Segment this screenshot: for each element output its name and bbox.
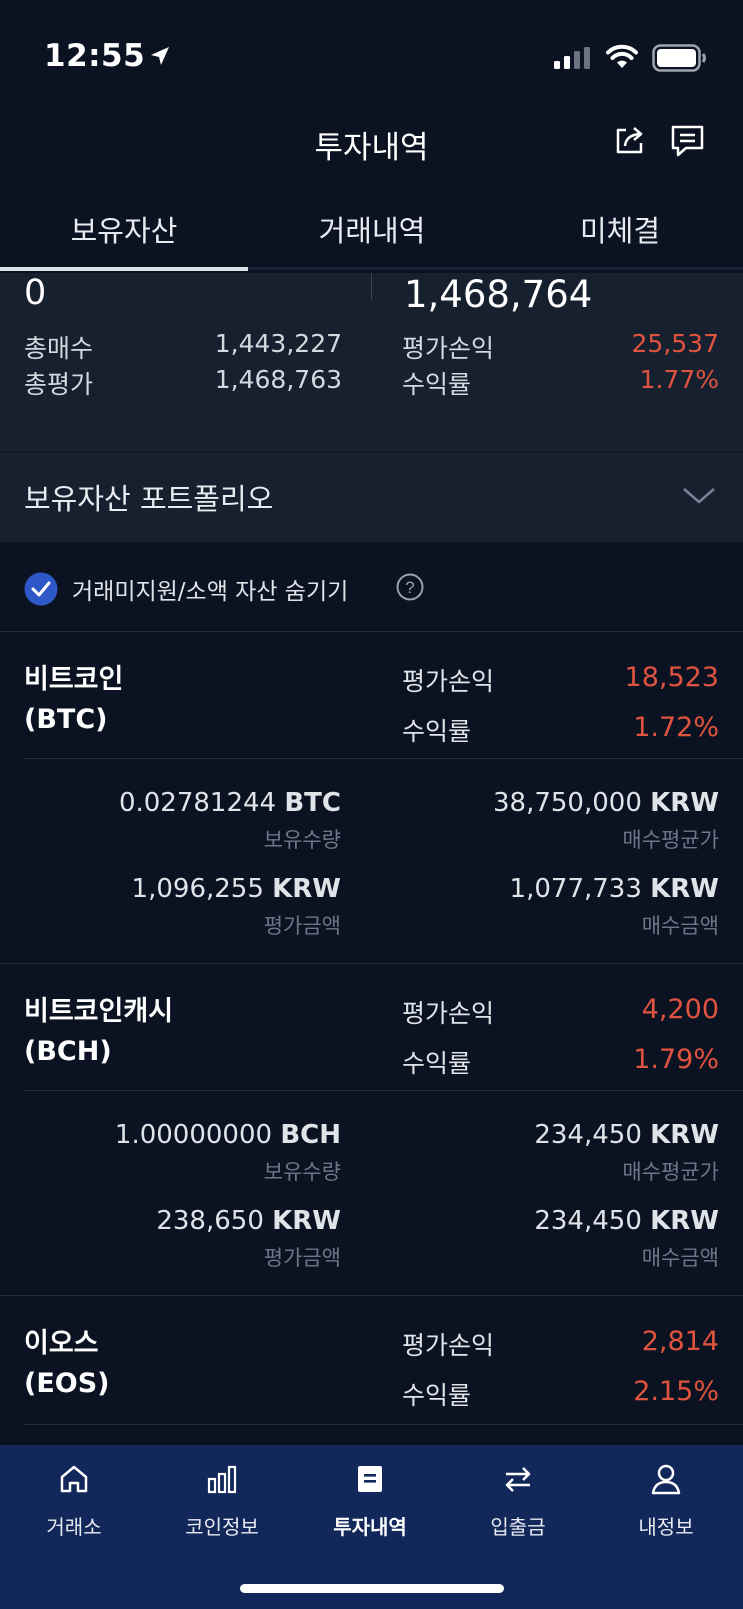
coin-eval-label: 평가금액 [263, 1246, 341, 1270]
coin-pnl-label: 평가손익 [402, 1331, 495, 1360]
asset-summary: 0 1,468,764 총매수 1,443,227 총평가 1,468,763 … [0, 273, 743, 451]
portfolio-toggle[interactable]: 보유자산 포트폴리오 [0, 452, 743, 542]
document-icon [358, 1466, 382, 1492]
coin-ticker: (EOS) [24, 1368, 110, 1399]
tab-holdings[interactable]: 보유자산 [0, 208, 248, 250]
nav-label: 내정보 [638, 1515, 694, 1539]
tab-transactions[interactable]: 거래내역 [248, 208, 496, 250]
hide-small-assets-row: 거래미지원/소액 자산 숨기기 ? [0, 542, 743, 632]
coin-roi-value: 1.79% [633, 1044, 719, 1075]
chat-icon[interactable] [670, 123, 706, 159]
chevron-down-icon [683, 488, 715, 504]
total-buy-value: 1,443,227 [214, 329, 342, 358]
coin-pnl-label: 평가손익 [402, 667, 495, 696]
roi-value: 1.77% [639, 365, 719, 394]
nav-label: 투자내역 [333, 1515, 407, 1539]
nav-my-info[interactable]: 내정보 [592, 1445, 740, 1555]
nav-coin-info[interactable]: 코인정보 [148, 1445, 296, 1555]
pnl-value: 25,537 [631, 329, 719, 358]
share-icon[interactable] [612, 121, 648, 157]
portfolio-label: 보유자산 포트폴리오 [24, 482, 274, 516]
coin-ticker: (BCH) [24, 1036, 112, 1067]
summary-top-left-value: 0 [24, 273, 47, 313]
battery-icon [652, 44, 706, 72]
cellular-signal-icon [554, 47, 590, 69]
home-indicator [240, 1584, 504, 1593]
tab-pending[interactable]: 미체결 [496, 208, 743, 250]
checkbox-checked-icon[interactable] [24, 572, 58, 606]
coin-buy-amount: 234,450 KRW [534, 1206, 719, 1236]
summary-divider [371, 273, 372, 300]
person-icon [651, 1464, 681, 1495]
status-bar: 12:55 [0, 0, 743, 110]
coin-qty-label: 보유수량 [263, 828, 341, 852]
roi-label: 수익률 [402, 370, 472, 399]
coin-item[interactable]: 비트코인캐시 (BCH) 평가손익 4,200 수익률 1.79% 1.0000… [0, 964, 743, 1296]
coin-roi-label: 수익률 [402, 717, 472, 746]
nav-investments[interactable]: 투자내역 [296, 1445, 444, 1555]
coin-qty-label: 보유수량 [263, 1160, 341, 1184]
coin-pnl-value: 18,523 [624, 662, 719, 693]
total-buy-label: 총매수 [24, 334, 94, 363]
coin-pnl-value: 2,814 [641, 1326, 719, 1357]
coin-eval-amount: 1,096,255 KRW [131, 874, 341, 904]
coin-item[interactable]: 비트코인 (BTC) 평가손익 18,523 수익률 1.72% 0.02781… [0, 632, 743, 964]
tab-bar: 보유자산 거래내역 미체결 [0, 190, 743, 271]
coin-separator [24, 1424, 743, 1425]
nav-label: 입출금 [490, 1515, 546, 1539]
coin-buy-label: 매수금액 [641, 1246, 719, 1270]
tab-active-indicator [0, 267, 248, 271]
nav-label: 거래소 [46, 1515, 102, 1539]
svg-text:?: ? [405, 578, 414, 597]
nav-deposit-withdraw[interactable]: 입출금 [444, 1445, 592, 1555]
coin-separator [24, 758, 743, 759]
total-eval-value: 1,468,763 [214, 365, 342, 394]
total-eval-label: 총평가 [24, 370, 94, 399]
help-icon[interactable]: ? [396, 573, 424, 601]
coin-qty: 0.02781244 BTC [118, 788, 341, 818]
nav-label: 코인정보 [185, 1515, 259, 1539]
location-arrow-icon [151, 47, 169, 65]
coin-roi-label: 수익률 [402, 1049, 472, 1078]
coin-name: 비트코인캐시 [24, 996, 174, 1027]
coin-avg-price: 234,450 KRW [534, 1120, 719, 1150]
coin-roi-label: 수익률 [402, 1381, 472, 1410]
coin-roi-value: 1.72% [633, 712, 719, 743]
nav-exchange[interactable]: 거래소 [0, 1445, 148, 1555]
coin-pnl-label: 평가손익 [402, 999, 495, 1028]
coin-pnl-value: 4,200 [641, 994, 719, 1025]
coin-name: 이오스 [24, 1328, 99, 1359]
wifi-icon [606, 44, 638, 68]
coin-avg-price-label: 매수평균가 [622, 828, 719, 852]
pnl-label: 평가손익 [402, 334, 495, 363]
coin-item[interactable]: 이오스 (EOS) 평가손익 2,814 수익률 2.15% [0, 1296, 743, 1445]
status-time: 12:55 [44, 38, 146, 74]
coin-ticker: (BTC) [24, 704, 108, 735]
coin-eval-amount: 238,650 KRW [156, 1206, 341, 1236]
transfer-icon [505, 1467, 531, 1492]
coin-qty: 1.00000000 BCH [114, 1120, 341, 1150]
coin-buy-amount: 1,077,733 KRW [509, 874, 719, 904]
bar-chart-icon [207, 1465, 237, 1494]
coin-avg-price: 38,750,000 KRW [493, 788, 719, 818]
hide-small-assets-label[interactable]: 거래미지원/소액 자산 숨기기 [72, 572, 348, 606]
coin-buy-label: 매수금액 [641, 914, 719, 938]
coin-eval-label: 평가금액 [263, 914, 341, 938]
home-icon [60, 1465, 88, 1493]
coin-name: 비트코인 [24, 664, 124, 695]
coin-separator [24, 1090, 743, 1091]
summary-top-right-value: 1,468,764 [404, 273, 593, 316]
coin-avg-price-label: 매수평균가 [622, 1160, 719, 1184]
coin-roi-value: 2.15% [633, 1376, 719, 1407]
app-header: 투자내역 [0, 110, 743, 180]
